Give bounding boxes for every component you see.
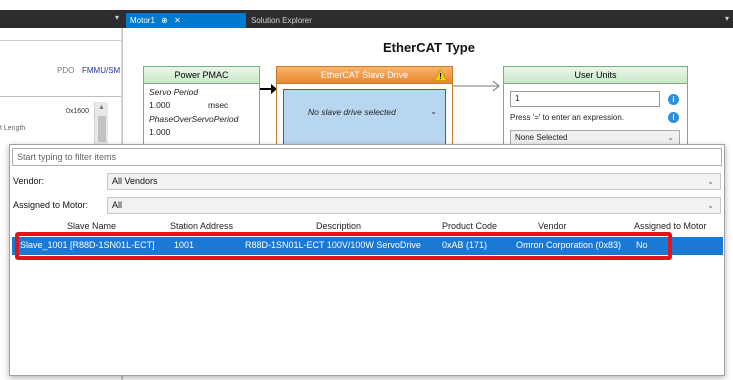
vendor-label: Vendor: (13, 176, 45, 186)
power-pmac-header: Power PMAC (144, 67, 259, 84)
chevron-down-icon[interactable]: ⌄ (707, 174, 714, 189)
left-panel-menu-icon[interactable]: ▾ (115, 13, 119, 22)
ethercat-slave-drive-box: EtherCAT Slave Drive ! No slave drive se… (276, 66, 453, 148)
pdo-index-value: 0x1600 (66, 108, 89, 115)
phase-over-servo-value: 1.000 (149, 127, 171, 137)
servo-period-label: Servo Period (149, 87, 199, 97)
chevron-down-icon[interactable]: ⌄ (667, 131, 674, 145)
vendor-cell: Omron Corporation (0x83) (516, 240, 622, 250)
slave-selection-popup: Start typing to filter items Vendor: All… (9, 144, 725, 376)
description-cell: R88D-1SN01L-ECT 100V/100W ServoDrive (245, 240, 421, 250)
servo-period-value: 1.000 (149, 100, 171, 110)
ethercat-slave-drive-header: EtherCAT Slave Drive (277, 67, 452, 84)
user-units-header: User Units (504, 67, 687, 84)
divider (0, 40, 121, 41)
phase-over-servo-label: PhaseOverServoPeriod (149, 114, 239, 124)
column-header-station-address[interactable]: Station Address (170, 221, 233, 231)
assigned-select[interactable]: All ⌄ (107, 197, 721, 214)
top-strip (0, 0, 733, 10)
tab-pdo[interactable]: PDO (57, 66, 74, 75)
assigned-label: Assigned to Motor: (13, 200, 89, 210)
column-header-product-code[interactable]: Product Code (442, 221, 497, 231)
slave-name-cell: Slave_1001 [R88D-1SN01L-ECT] (20, 240, 155, 250)
scroll-up-icon[interactable]: ▲ (98, 104, 105, 111)
user-units-input[interactable]: 1 (510, 91, 660, 107)
page-title: EtherCAT Type (383, 40, 475, 55)
column-header-slave-name[interactable]: Slave Name (67, 221, 116, 231)
assigned-select-value: All (112, 200, 123, 210)
column-header-assigned-to-motor[interactable]: Assigned to Motor (634, 221, 707, 231)
tab-solution-explorer[interactable]: Solution Explorer (247, 13, 329, 28)
table-row[interactable]: Slave_1001 [R88D-1SN01L-ECT] 1001 R88D-1… (12, 237, 723, 255)
left-panel-header: ▾ (0, 10, 122, 28)
svg-text:!: ! (439, 72, 442, 81)
user-units-select-value: None Selected (515, 133, 568, 142)
slave-drive-selector[interactable]: No slave drive selected ⌄ (283, 89, 446, 145)
column-header-description[interactable]: Description (316, 221, 361, 231)
connector-arrow (453, 80, 500, 92)
tab-motor1-label: Motor1 (130, 16, 155, 25)
length-label: t Length (0, 125, 26, 132)
divider (0, 96, 121, 97)
chevron-down-icon[interactable]: ⌄ (707, 198, 714, 213)
vendor-select-value: All Vendors (112, 176, 158, 186)
tab-list-dropdown-icon[interactable]: ▾ (725, 14, 729, 23)
station-address-cell: 1001 (174, 240, 195, 250)
left-panel-scrollbar[interactable]: ▲ (94, 102, 108, 150)
warning-icon: ! (434, 69, 447, 81)
info-icon[interactable]: i (668, 112, 679, 123)
slave-drive-placeholder: No slave drive selected (308, 107, 396, 117)
pin-icon[interactable]: ⊕ (161, 16, 168, 25)
tab-motor1[interactable]: Motor1 ⊕ ✕ (126, 13, 246, 28)
scroll-thumb[interactable] (98, 116, 106, 142)
power-pmac-box: Power PMAC Servo Period 1.000 msec Phase… (143, 66, 260, 148)
document-tabstrip: Motor1 ⊕ ✕ Solution Explorer ▾ (122, 10, 733, 28)
close-icon[interactable]: ✕ (174, 16, 181, 25)
product-code-cell: 0xAB (171) (442, 240, 488, 250)
expression-hint: Press '=' to enter an expression. (510, 113, 625, 122)
assigned-cell: No (636, 240, 648, 250)
info-icon[interactable]: i (668, 94, 679, 105)
column-header-vendor[interactable]: Vendor (538, 221, 567, 231)
user-units-box: User Units 1 i Press '=' to enter an exp… (503, 66, 688, 148)
servo-period-unit: msec (208, 100, 229, 110)
chevron-down-icon[interactable]: ⌄ (430, 107, 437, 116)
filter-input[interactable]: Start typing to filter items (12, 148, 722, 166)
tab-fmmu-sm[interactable]: FMMU/SM (82, 66, 120, 75)
tab-solution-explorer-label: Solution Explorer (251, 16, 312, 25)
vendor-select[interactable]: All Vendors ⌄ (107, 173, 721, 190)
